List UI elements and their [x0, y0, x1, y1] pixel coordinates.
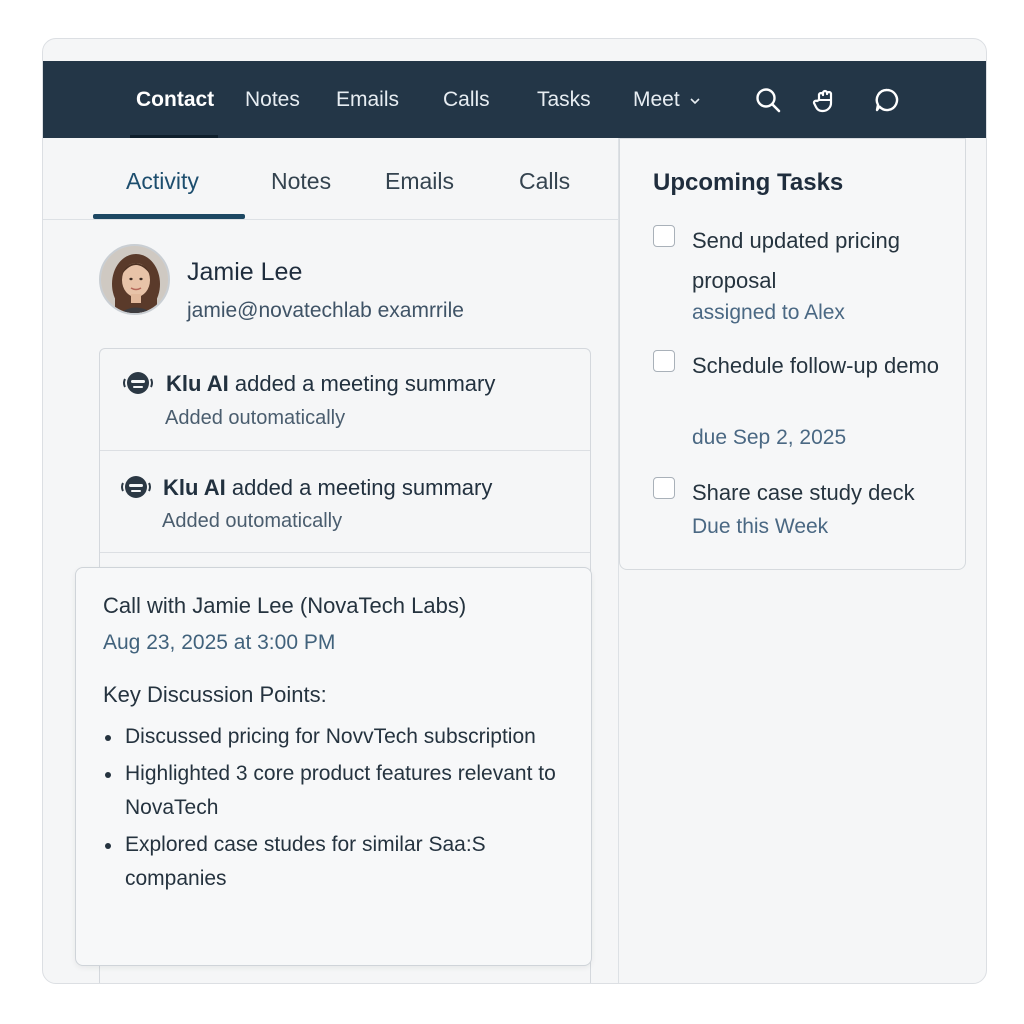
tab-notes[interactable]: Notes — [271, 168, 331, 195]
task-checkbox[interactable] — [653, 350, 675, 372]
avatar-image — [101, 246, 168, 313]
activity-title: Klu AI added a meeting summary — [166, 371, 495, 397]
task-title[interactable]: Share case study deck — [692, 473, 952, 513]
discussion-point: Discussed pricing for NovvTech subscript… — [103, 720, 573, 754]
top-nav-bar: Contact Notes Emails Calls Tasks Meet — [43, 61, 986, 138]
activity-subtext: Added outomatically — [162, 510, 343, 532]
app-window: Contact Notes Emails Calls Tasks Meet Ac… — [42, 38, 987, 984]
topnav-emails[interactable]: Emails — [336, 88, 399, 112]
task-meta: assigned to Alex — [692, 301, 845, 324]
ai-bot-icon — [123, 372, 153, 394]
topnav-tasks[interactable]: Tasks — [537, 88, 591, 112]
activity-action: added a meeting summary — [231, 475, 493, 500]
task-checkbox[interactable] — [653, 225, 675, 247]
activity-tabs: Activity Notes Emails Calls — [43, 138, 618, 220]
discussion-heading: Key Discussion Points: — [103, 682, 327, 707]
hand-icon[interactable] — [810, 85, 840, 115]
activity-action: added a meeting summary — [234, 371, 496, 396]
topnav-contact[interactable]: Contact — [136, 88, 214, 112]
tab-active-indicator — [93, 214, 245, 219]
chevron-down-icon — [689, 98, 700, 105]
call-title: Call with Jamie Lee (NovaTech Labs) — [103, 593, 467, 618]
contact-email[interactable]: jamie@novatechlab examrrile — [187, 299, 464, 323]
discussion-point: Highlighted 3 core product features rele… — [103, 757, 573, 825]
topnav-meet-label: Meet — [633, 88, 680, 111]
search-icon[interactable] — [753, 85, 783, 115]
activity-item[interactable]: Klu AI added a meeting summary Added out… — [100, 349, 590, 451]
task-title[interactable]: Send updated pricing proposal — [692, 221, 952, 301]
tab-calls[interactable]: Calls — [519, 168, 570, 195]
right-sidebar: Upcoming Tasks Send updated pricing prop… — [618, 138, 986, 983]
activity-author: Klu AI — [166, 371, 229, 396]
tab-emails[interactable]: Emails — [385, 168, 454, 195]
upcoming-tasks-title: Upcoming Tasks — [653, 169, 844, 196]
activity-item[interactable]: Klu AI added a meeting summary Added out… — [100, 451, 590, 553]
upcoming-tasks-card: Upcoming Tasks Send updated pricing prop… — [619, 138, 966, 570]
task-checkbox[interactable] — [653, 477, 675, 499]
tab-activity[interactable]: Activity — [126, 168, 199, 195]
avatar[interactable] — [99, 244, 170, 315]
ai-bot-icon — [121, 476, 151, 498]
topnav-meet[interactable]: Meet — [633, 88, 701, 112]
task-meta: Due this Week — [692, 515, 829, 538]
activity-title: Klu AI added a meeting summary — [163, 475, 492, 501]
discussion-point: Explored case studes for similar Saa:S c… — [103, 828, 573, 896]
activity-author: Klu AI — [163, 475, 226, 500]
call-summary-card[interactable]: Call with Jamie Lee (NovaTech Labs) Aug … — [75, 567, 592, 966]
contact-name: Jamie Lee — [187, 258, 303, 286]
task-meta: due Sep 2, 2025 — [692, 426, 847, 449]
chat-icon[interactable] — [872, 85, 902, 115]
task-title[interactable]: Schedule follow-up demo — [692, 346, 952, 386]
topnav-calls[interactable]: Calls — [443, 88, 490, 112]
discussion-points: Discussed pricing for NovvTech subscript… — [103, 720, 573, 899]
activity-subtext: Added outomatically — [165, 407, 346, 429]
call-datetime: Aug 23, 2025 at 3:00 PM — [103, 631, 336, 654]
topnav-notes[interactable]: Notes — [245, 88, 300, 112]
